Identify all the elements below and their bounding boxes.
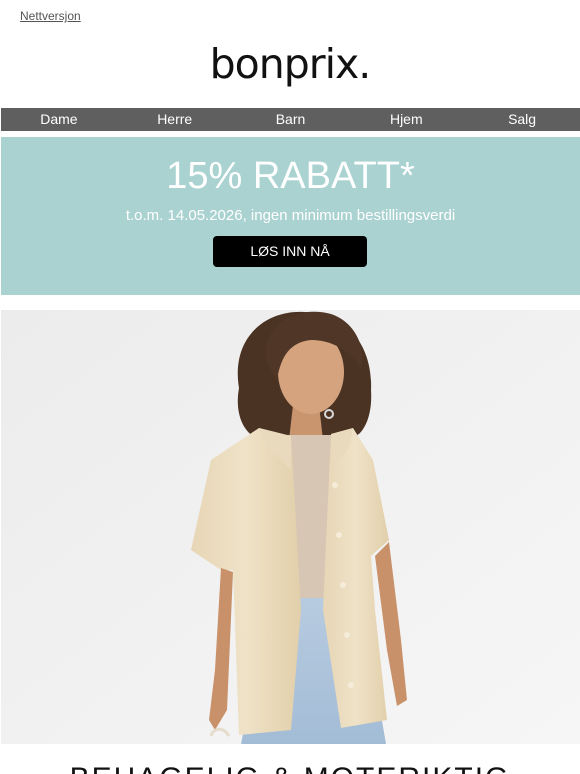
redeem-button[interactable]: LØS INN NÅ xyxy=(213,236,367,267)
discount-banner[interactable]: 15% RABATT* t.o.m. 14.05.2026, ingen min… xyxy=(1,137,580,295)
discount-subtitle: t.o.m. 14.05.2026, ingen minimum bestill… xyxy=(125,207,456,224)
section-headline: BEHAGELIG & MOTERIKTIG xyxy=(0,762,580,774)
nav-item-hjem[interactable]: Hjem xyxy=(348,108,464,131)
category-nav: Dame Herre Barn Hjem Salg xyxy=(1,108,580,131)
model-in-beige-shirt-photo xyxy=(1,310,580,744)
discount-title: 15% RABATT* xyxy=(166,155,415,197)
bonprix-logo[interactable]: bonprix. xyxy=(0,36,580,92)
nav-item-herre[interactable]: Herre xyxy=(117,108,233,131)
nav-item-salg[interactable]: Salg xyxy=(464,108,580,131)
hero-image[interactable] xyxy=(1,310,580,744)
headline-section: BEHAGELIG & MOTERIKTIG xyxy=(0,752,580,774)
nav-item-dame[interactable]: Dame xyxy=(1,108,117,131)
email-page: Nettversjon bonprix. Dame Herre Barn Hje… xyxy=(0,0,580,774)
web-version-link[interactable]: Nettversjon xyxy=(20,9,81,23)
nav-item-barn[interactable]: Barn xyxy=(233,108,349,131)
